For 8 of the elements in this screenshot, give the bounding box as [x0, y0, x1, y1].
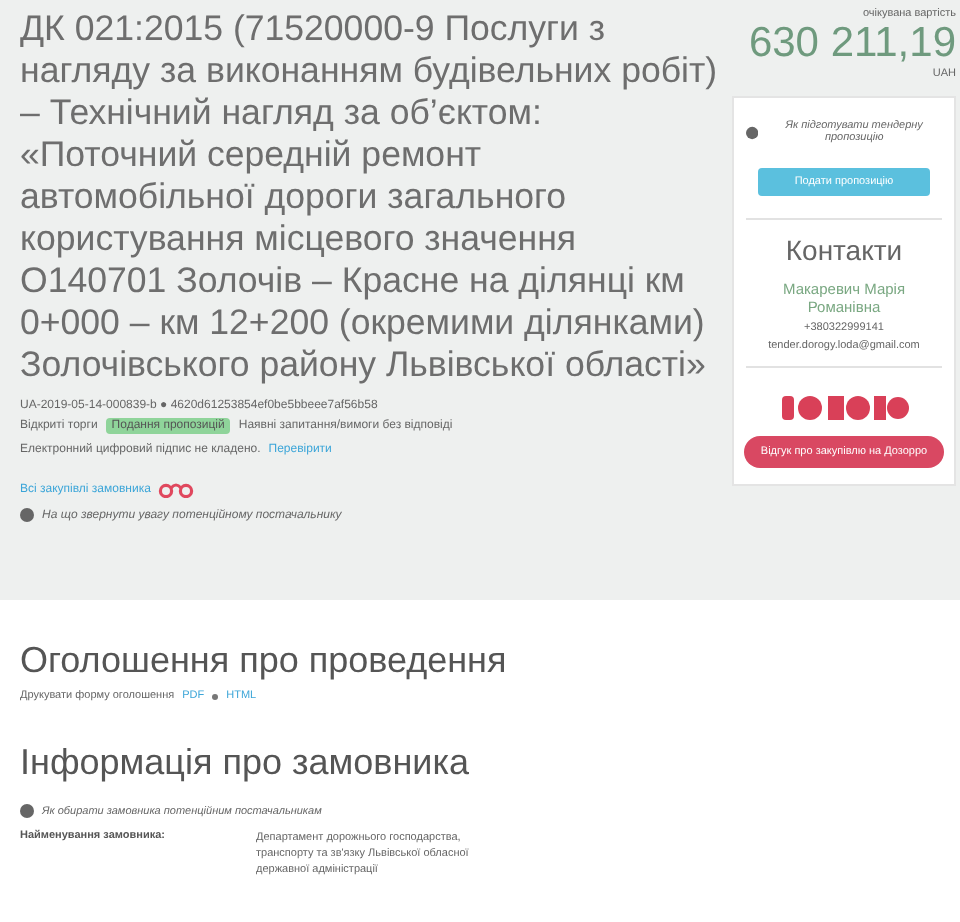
contacts-title: Контакти [785, 234, 903, 266]
tender-title: ДК 021:2015 (71520000-9 Послуги з нагляду за виконанням будівельних робіт) – Технічний нагляд за об’єктом: «Поточний середній ремонт автомобільної дороги загального користування місцевого значення О140701 Золочів – Красне на ділянці км 0+000 – км 12+200 (окремими ділянками) Золочівського району Львівської області» [20, 8, 720, 386]
separator-dot [212, 693, 219, 699]
section-title: Інформація про замовника [20, 742, 471, 784]
section-title: Оголошення про проведення [20, 640, 509, 682]
glasses-icon [158, 480, 195, 498]
logo-drawing [778, 390, 910, 422]
expected-amount: 630 211,19 [746, 20, 956, 68]
